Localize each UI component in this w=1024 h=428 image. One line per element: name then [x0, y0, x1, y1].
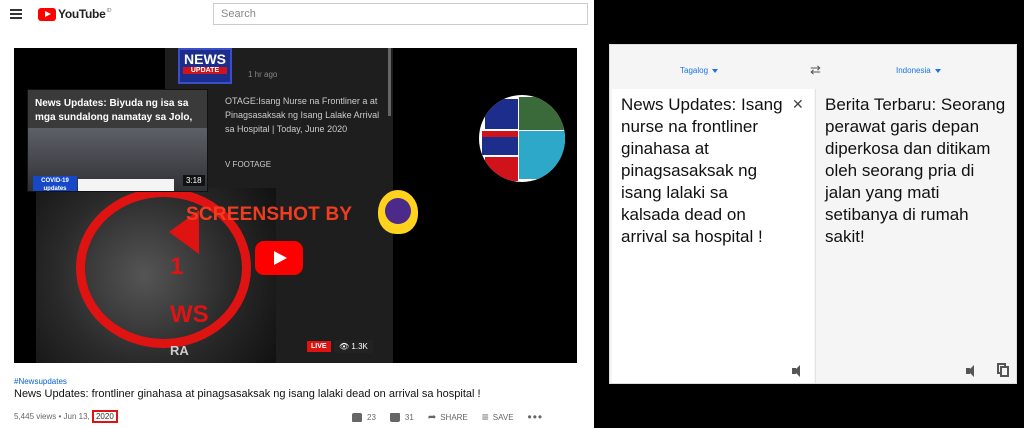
news-ticker: [78, 179, 174, 191]
video-player[interactable]: NEWS UPDATE 1 hr ago OTAGE:Isang Nurse n…: [14, 48, 577, 363]
translated-text: Berita Terbaru: Seorang perawat garis de…: [825, 95, 1006, 246]
source-speaker-icon[interactable]: [792, 365, 806, 377]
video-hashtag[interactable]: #Newsupdates: [14, 377, 67, 386]
like-button[interactable]: 23: [352, 412, 376, 422]
news-logo-bottom: UPDATE: [183, 67, 227, 74]
screenshot-root: YouTube ID Search NEWS UPDATE 1 hr ago O…: [0, 0, 1024, 428]
youtube-logo[interactable]: YouTube ID: [38, 7, 111, 21]
news-logo-top: NEWS: [184, 51, 226, 67]
youtube-play-logo-icon: [38, 7, 56, 21]
youtube-logo-country: ID: [106, 8, 112, 14]
thumbs-down-icon: [389, 412, 400, 422]
inset-duration: 3:18: [183, 175, 205, 186]
translator-header: Tagalog ⇄ Indonesia: [610, 45, 1016, 88]
source-language-label: Tagalog: [680, 66, 709, 75]
dislike-count: 31: [404, 412, 414, 422]
inset-video-thumbnail: News Updates: Biyuda ng isa sa mga sunda…: [27, 89, 208, 192]
translation-area: Berita Terbaru: Seorang perawat garis de…: [815, 89, 1016, 383]
like-count: 23: [367, 412, 376, 422]
live-view-count-value: 1.3K: [351, 342, 368, 351]
source-text: News Updates: Isang nurse na frontliner …: [621, 95, 783, 246]
screenshot-watermark: SCREENSHOT BY: [186, 204, 353, 225]
collage-tile-3: [482, 131, 518, 155]
collage-tile-1: [485, 99, 518, 129]
youtube-panel: YouTube ID Search NEWS UPDATE 1 hr ago O…: [0, 0, 594, 428]
clear-text-icon[interactable]: ✕: [792, 96, 804, 113]
thumbs-up-icon: [352, 412, 362, 422]
source-dropdown-icon: [712, 68, 719, 73]
playlist-add-icon: ≡: [481, 410, 489, 424]
footage-caption: OTAGE:Isang Nurse na Frontliner a at Pin…: [225, 96, 380, 134]
target-speaker-icon[interactable]: [966, 365, 980, 377]
video-actions: 23 31 ➦ SHARE ≡ SAVE •••: [352, 410, 543, 424]
source-language-select[interactable]: Tagalog: [680, 66, 719, 75]
play-button[interactable]: [255, 241, 303, 275]
more-options-icon[interactable]: •••: [528, 410, 544, 424]
channel-collage-thumbnail: [479, 95, 565, 182]
copy-icon[interactable]: [997, 363, 1009, 377]
hamburger-menu-icon[interactable]: [10, 9, 22, 19]
source-text-area[interactable]: News Updates: Isang nurse na frontliner …: [612, 89, 814, 383]
collage-tile-4: [519, 131, 565, 179]
live-badge: LIVE: [307, 341, 331, 352]
video-title: News Updates: frontliner ginahasa at pin…: [14, 388, 481, 400]
youtube-top-bar: YouTube ID Search: [0, 0, 594, 30]
share-button[interactable]: ➦ SHARE: [428, 412, 468, 423]
share-icon: ➦: [427, 411, 437, 423]
save-button[interactable]: ≡ SAVE: [482, 410, 514, 424]
collage-tile-5: [485, 157, 518, 181]
views-and-date: 5,445 views • Jun 13,: [14, 412, 90, 421]
post-time: 1 hr ago: [248, 70, 278, 79]
share-label: SHARE: [440, 412, 468, 422]
save-label: SAVE: [492, 412, 514, 422]
highlighted-year: 2020: [91, 410, 118, 423]
search-input[interactable]: Search: [213, 3, 588, 25]
target-language-select[interactable]: Indonesia: [896, 66, 941, 75]
overlay-text-1: 1: [170, 253, 184, 280]
target-language-label: Indonesia: [896, 66, 931, 75]
live-view-count: 👁 1.3K: [334, 340, 373, 353]
target-dropdown-icon: [934, 68, 941, 73]
overlay-text-3: RA: [170, 343, 189, 358]
video-meta: 5,445 views • Jun 13, 2020: [14, 410, 118, 423]
translator-panel: Tagalog ⇄ Indonesia News Updates: Isang …: [609, 44, 1017, 384]
swap-languages-icon[interactable]: ⇄: [810, 62, 821, 78]
youtube-logo-text: YouTube: [58, 7, 106, 21]
anti-hoax-seal-icon: [378, 190, 418, 234]
footage-label: V FOOTAGE: [225, 160, 272, 169]
dislike-button[interactable]: 31: [389, 412, 414, 422]
collage-tile-2: [519, 97, 565, 130]
overlay-text-2: WS: [170, 301, 209, 328]
news-update-logo: NEWS UPDATE: [178, 48, 232, 84]
covid-badge: COVID-19 updates: [33, 176, 77, 191]
inset-title: News Updates: Biyuda ng isa sa mga sunda…: [35, 98, 193, 123]
